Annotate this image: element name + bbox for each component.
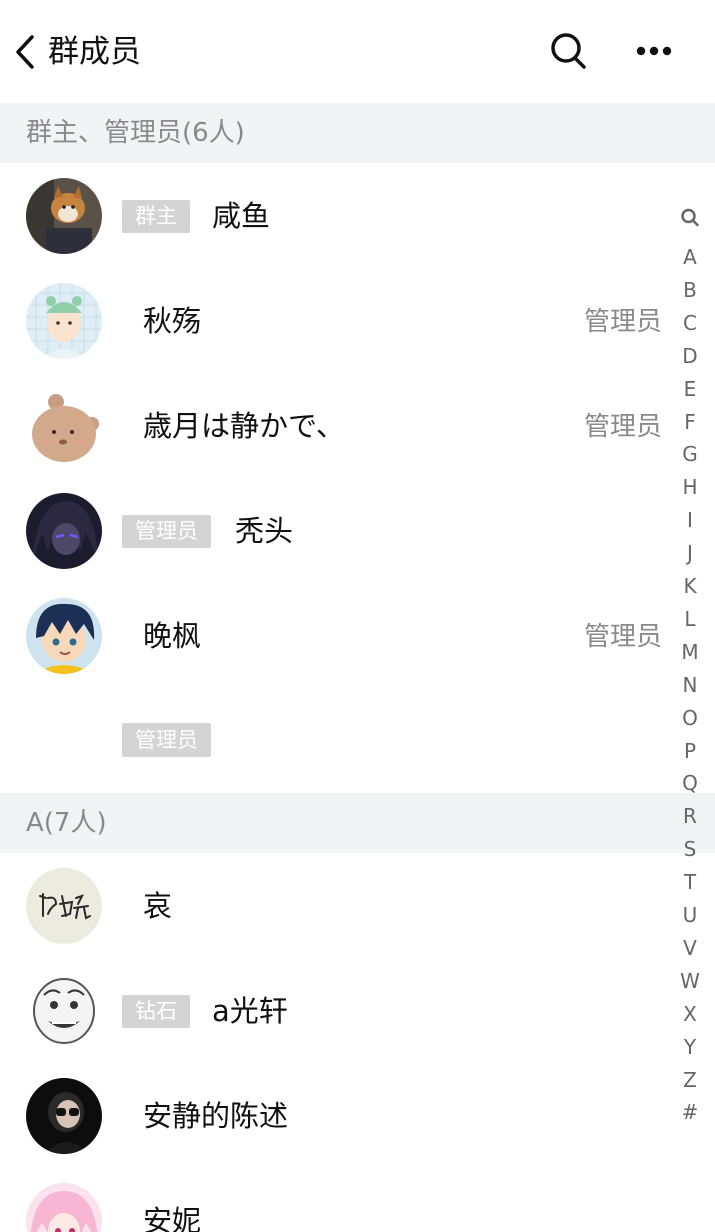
member-name: 安静的陈述 (143, 1099, 289, 1133)
more-button[interactable] (628, 28, 680, 74)
index-letter-x[interactable]: X (672, 1001, 708, 1027)
admin-role-label: 管理员 (584, 307, 663, 337)
index-letter-q[interactable]: Q (672, 770, 708, 796)
avatar (26, 598, 102, 674)
member-row[interactable]: 安妮 (0, 1168, 672, 1232)
avatar (26, 1183, 102, 1232)
index-search-icon[interactable] (680, 206, 700, 230)
index-letter-i[interactable]: I (672, 507, 708, 533)
index-letter-y[interactable]: Y (672, 1034, 708, 1060)
owner-badge: 群主 (122, 200, 190, 233)
member-row[interactable]: 哀 (0, 853, 672, 958)
avatar (26, 388, 102, 464)
index-letter-d[interactable]: D (672, 343, 708, 369)
index-letter-u[interactable]: U (672, 902, 708, 928)
member-name: 晚枫 (143, 619, 202, 653)
admin-badge: 管理员 (122, 723, 211, 757)
member-row[interactable]: 钻石 a光轩 (0, 958, 672, 1063)
member-name: 咸鱼 (212, 199, 271, 233)
member-row[interactable]: 歳月は静かで、 管理员 (0, 373, 672, 478)
index-letter-v[interactable]: V (672, 935, 708, 961)
index-letter-z[interactable]: Z (672, 1067, 708, 1093)
member-name: 秃头 (235, 514, 294, 548)
index-letter-e[interactable]: E (672, 376, 708, 402)
index-letter-b[interactable]: B (672, 277, 708, 303)
section-header-admins: 群主、管理员(6人) (0, 103, 715, 163)
index-letter-j[interactable]: J (672, 540, 708, 566)
index-letter-h[interactable]: H (672, 474, 708, 500)
index-letter-a[interactable]: A (672, 244, 708, 270)
index-letter-n[interactable]: N (672, 672, 708, 698)
diamond-badge: 钻石 (122, 995, 190, 1028)
index-letter-k[interactable]: K (672, 573, 708, 599)
page-title: 群成员 (48, 34, 141, 70)
index-letter-c[interactable]: C (672, 310, 708, 336)
member-name: 秋殇 (143, 304, 202, 338)
chevron-left-icon (16, 35, 34, 69)
index-letter-s[interactable]: S (672, 836, 708, 862)
index-letter-l[interactable]: L (672, 606, 708, 632)
index-letter-w[interactable]: W (672, 968, 708, 994)
admin-role-label: 管理员 (584, 412, 663, 442)
index-letter-m[interactable]: M (672, 639, 708, 665)
member-row[interactable]: 管理员 秃头 (0, 478, 672, 583)
member-row[interactable]: 晚枫 管理员 (0, 583, 672, 688)
avatar (26, 1078, 102, 1154)
member-row[interactable]: 秋殇 管理员 (0, 268, 672, 373)
section-header-a: A(7人) (0, 793, 715, 853)
top-bar: 群成员 (0, 0, 715, 104)
avatar (26, 283, 102, 359)
member-name: 歳月は静かで、 (143, 409, 345, 443)
member-row[interactable]: 群主 咸鱼 (0, 163, 672, 268)
member-name: a光轩 (212, 994, 288, 1028)
avatar (26, 493, 102, 569)
index-letter-p[interactable]: P (672, 738, 708, 764)
avatar (26, 868, 102, 944)
member-name: 安妮 (143, 1204, 202, 1232)
avatar (26, 178, 102, 254)
search-icon (551, 33, 586, 69)
index-letter-g[interactable]: G (672, 441, 708, 467)
member-row[interactable]: 安静的陈述 (0, 1063, 672, 1168)
index-letter-f[interactable]: F (672, 409, 708, 435)
admin-role-label: 管理员 (584, 622, 663, 652)
index-letter-r[interactable]: R (672, 803, 708, 829)
index-letter-t[interactable]: T (672, 869, 708, 895)
member-name: 哀 (143, 889, 173, 923)
more-dots-icon (636, 46, 672, 56)
search-button[interactable] (546, 28, 592, 74)
index-letter-o[interactable]: O (672, 705, 708, 731)
admin-badge: 管理员 (122, 515, 211, 548)
index-letter-hash[interactable]: # (672, 1099, 708, 1125)
back-button[interactable] (8, 30, 42, 74)
avatar (26, 973, 102, 1049)
